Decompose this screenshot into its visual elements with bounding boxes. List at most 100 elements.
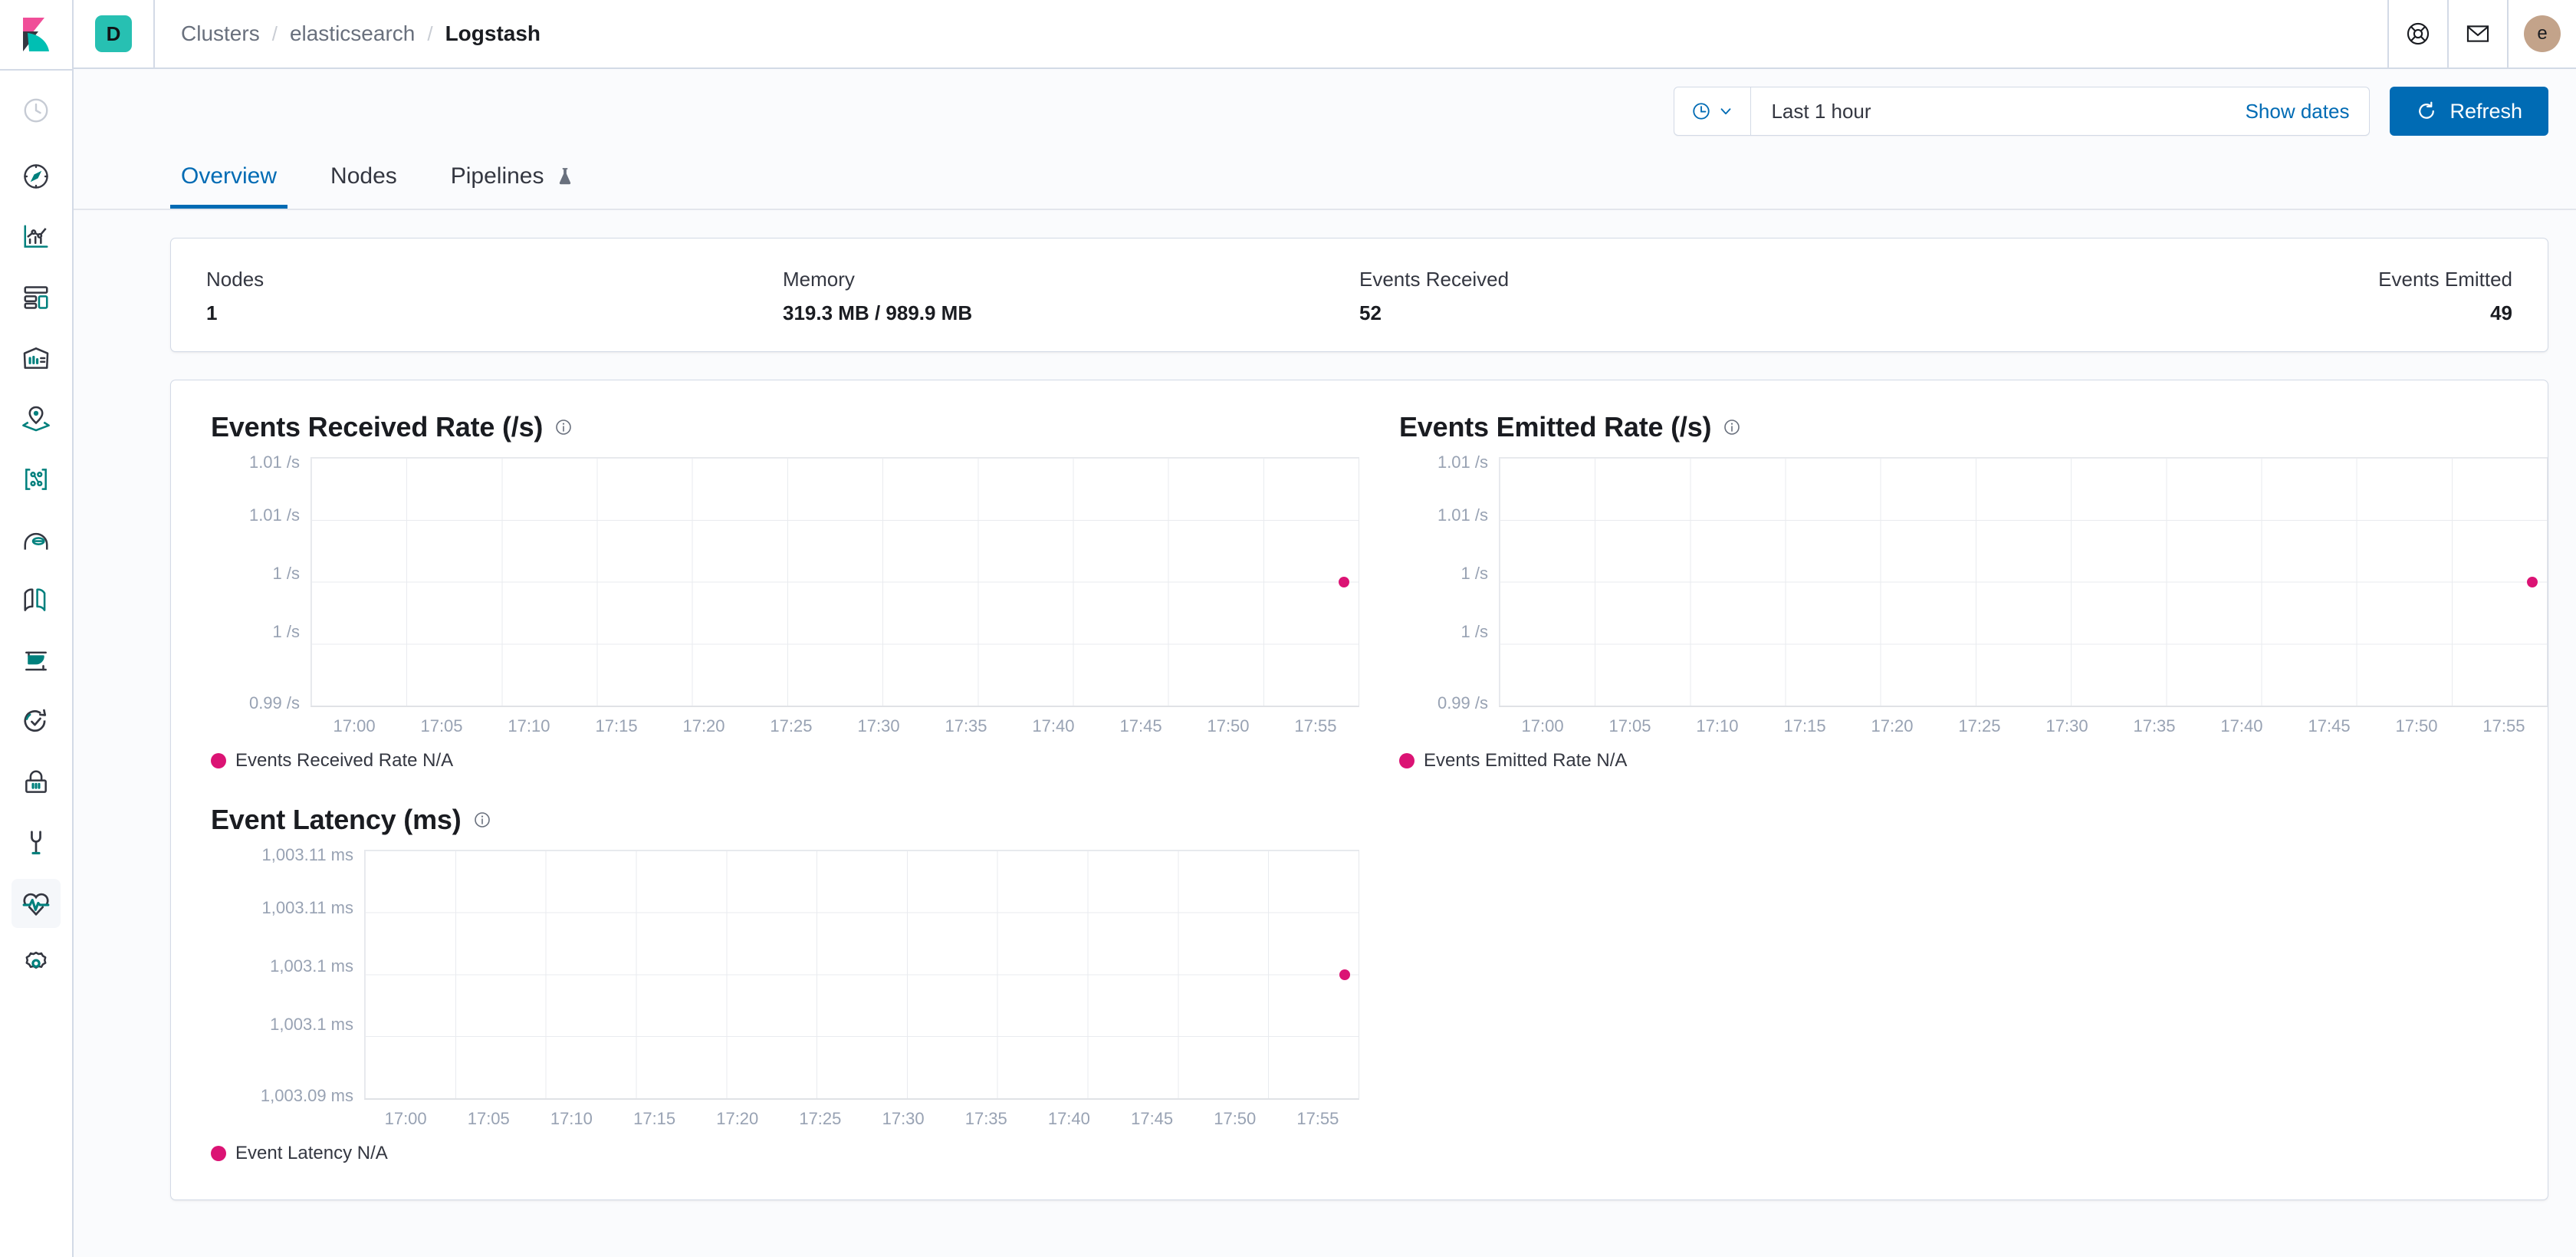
stat-events-received-value: 52 bbox=[1359, 301, 1936, 325]
x-tick: 17:00 bbox=[385, 1109, 427, 1129]
tab-bar: Overview Nodes Pipelines bbox=[74, 153, 2576, 210]
legend-label: Event Latency N/A bbox=[235, 1143, 388, 1164]
sidebar-item-infrastructure[interactable] bbox=[12, 515, 61, 564]
quick-select-button[interactable] bbox=[1674, 87, 1751, 135]
avatar: e bbox=[2507, 0, 2576, 68]
plot-grid[interactable] bbox=[364, 850, 1359, 1100]
tab-overview[interactable]: Overview bbox=[170, 163, 288, 209]
nav-items bbox=[12, 71, 61, 1000]
sidebar-item-dashboard[interactable] bbox=[12, 273, 61, 322]
chart-events-emitted-rate: Events Emitted Rate (/s) 1.01 /s 1.01 /s… bbox=[1359, 411, 2548, 772]
plot-wrapper: 17:00 17:05 17:10 17:15 17:20 17:25 17:3… bbox=[310, 457, 1359, 733]
x-tick: 17:00 bbox=[1522, 716, 1564, 736]
y-tick: 1.01 /s bbox=[249, 507, 300, 524]
tab-pipelines[interactable]: Pipelines bbox=[440, 163, 586, 209]
legend-color-swatch bbox=[211, 753, 226, 768]
tab-pipelines-label: Pipelines bbox=[451, 163, 544, 189]
sidebar-item-siem[interactable] bbox=[12, 758, 61, 807]
sidebar-item-maps[interactable] bbox=[12, 394, 61, 443]
chart-slot-empty bbox=[1359, 804, 2548, 1164]
page-body: Last 1 hour Show dates Refresh Overview bbox=[74, 69, 2576, 1257]
info-icon bbox=[473, 811, 491, 829]
y-axis: 1.01 /s 1.01 /s 1 /s 1 /s 0.99 /s bbox=[1399, 457, 1499, 707]
sidebar-item-logs[interactable] bbox=[12, 576, 61, 625]
chart-row-2: Event Latency (ms) 1,003.11 ms 1,003.11 … bbox=[171, 804, 2548, 1164]
x-tick: 17:45 bbox=[1131, 1109, 1173, 1129]
chart-legend[interactable]: Events Received Rate N/A bbox=[211, 750, 1359, 772]
user-avatar-button[interactable]: e bbox=[2524, 15, 2561, 52]
x-tick: 17:55 bbox=[1294, 716, 1336, 736]
x-tick: 17:35 bbox=[945, 716, 987, 736]
series-layer bbox=[1500, 458, 2547, 706]
sidebar-item-visualize[interactable] bbox=[12, 212, 61, 262]
y-tick: 0.99 /s bbox=[249, 695, 300, 712]
info-icon bbox=[1723, 418, 1741, 436]
x-tick: 17:40 bbox=[1032, 716, 1074, 736]
sidebar-item-canvas[interactable] bbox=[12, 334, 61, 383]
sidebar-item-management[interactable] bbox=[12, 939, 61, 989]
kibana-logo[interactable] bbox=[0, 0, 73, 69]
plot-wrapper: 17:00 17:05 17:10 17:15 17:20 17:25 17:3… bbox=[1499, 457, 2548, 733]
x-tick: 17:35 bbox=[965, 1109, 1007, 1129]
x-tick: 17:55 bbox=[1296, 1109, 1339, 1129]
date-picker[interactable]: Last 1 hour Show dates bbox=[1674, 87, 2370, 136]
data-point[interactable] bbox=[1339, 969, 1350, 980]
show-dates-button[interactable]: Show dates bbox=[2246, 100, 2350, 123]
header-left: D Clusters / elasticsearch / Logstash bbox=[74, 0, 540, 68]
y-tick: 1 /s bbox=[1461, 624, 1488, 640]
sidebar-item-discover[interactable] bbox=[12, 152, 61, 201]
breadcrumb-elasticsearch[interactable]: elasticsearch bbox=[290, 21, 415, 46]
x-tick: 17:05 bbox=[1608, 716, 1651, 736]
space-selector[interactable]: D bbox=[74, 0, 155, 68]
plot-grid[interactable] bbox=[310, 457, 1359, 707]
sidebar-item-uptime[interactable] bbox=[12, 697, 61, 746]
breadcrumb-clusters[interactable]: Clusters bbox=[181, 21, 260, 46]
legend-color-swatch bbox=[1399, 753, 1414, 768]
chart-legend[interactable]: Event Latency N/A bbox=[211, 1143, 1359, 1164]
refresh-button[interactable]: Refresh bbox=[2390, 87, 2548, 136]
stat-memory-label: Memory bbox=[783, 268, 1359, 291]
tab-nodes[interactable]: Nodes bbox=[320, 163, 408, 209]
date-range-value: Last 1 hour bbox=[1771, 100, 1871, 123]
data-point[interactable] bbox=[2527, 577, 2538, 587]
y-tick: 1 /s bbox=[273, 565, 300, 582]
global-nav-sidebar bbox=[0, 0, 74, 1257]
sidebar-item-dev-tools[interactable] bbox=[12, 818, 61, 867]
mail-icon[interactable] bbox=[2447, 0, 2507, 68]
series-layer bbox=[311, 458, 1359, 706]
x-tick: 17:30 bbox=[858, 716, 900, 736]
sidebar-item-machine-learning[interactable] bbox=[12, 455, 61, 504]
chart-legend[interactable]: Events Emitted Rate N/A bbox=[1399, 750, 2548, 772]
sidebar-item-monitoring[interactable] bbox=[12, 879, 61, 928]
x-tick: 17:20 bbox=[1871, 716, 1913, 736]
breadcrumb-separator-1: / bbox=[272, 22, 278, 46]
chart-title: Events Emitted Rate (/s) bbox=[1399, 411, 1711, 443]
date-range-field[interactable]: Last 1 hour Show dates bbox=[1751, 87, 2369, 135]
x-tick: 17:45 bbox=[2308, 716, 2351, 736]
y-tick: 1,003.09 ms bbox=[261, 1088, 353, 1104]
x-tick: 17:50 bbox=[1207, 716, 1249, 736]
y-tick: 1 /s bbox=[1461, 565, 1488, 582]
legend-label: Events Received Rate N/A bbox=[235, 750, 453, 772]
breadcrumb-separator-2: / bbox=[427, 22, 432, 46]
x-tick: 17:05 bbox=[468, 1109, 510, 1129]
sidebar-item-recently-viewed[interactable] bbox=[12, 86, 61, 135]
charts-panel: Events Received Rate (/s) 1.01 /s 1.01 /… bbox=[170, 380, 2548, 1200]
top-header-bar: D Clusters / elasticsearch / Logstash bbox=[74, 0, 2576, 69]
beaker-icon bbox=[555, 166, 575, 186]
x-tick: 17:50 bbox=[2395, 716, 2437, 736]
chart-row-1: Events Received Rate (/s) 1.01 /s 1.01 /… bbox=[171, 411, 2548, 772]
stat-events-emitted-value: 49 bbox=[1936, 301, 2512, 325]
chart-events-received-rate: Events Received Rate (/s) 1.01 /s 1.01 /… bbox=[171, 411, 1359, 772]
help-icon[interactable] bbox=[2387, 0, 2447, 68]
data-point[interactable] bbox=[1339, 577, 1349, 587]
sidebar-item-apm[interactable] bbox=[12, 637, 61, 686]
space-avatar[interactable]: D bbox=[95, 15, 132, 52]
x-tick: 17:20 bbox=[682, 716, 724, 736]
x-axis: 17:00 17:05 17:10 17:15 17:20 17:25 17:3… bbox=[310, 707, 1359, 733]
x-axis: 17:00 17:05 17:10 17:15 17:20 17:25 17:3… bbox=[364, 1100, 1359, 1126]
chart-area: 1.01 /s 1.01 /s 1 /s 1 /s 0.99 /s bbox=[211, 457, 1359, 733]
x-tick: 17:25 bbox=[799, 1109, 841, 1129]
plot-grid[interactable] bbox=[1499, 457, 2548, 707]
x-tick: 17:45 bbox=[1120, 716, 1162, 736]
